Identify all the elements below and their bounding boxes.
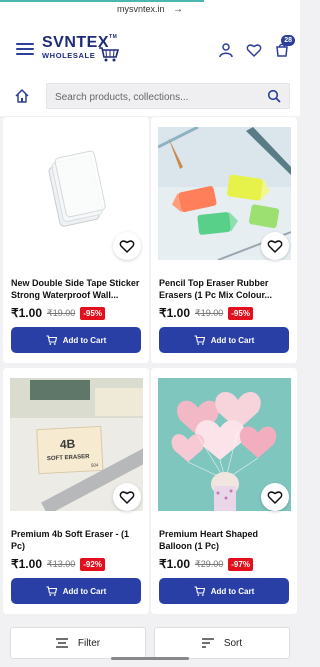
product-mrp: ₹13.00 bbox=[47, 558, 76, 569]
product-title[interactable]: Premium Heart Shaped Balloon (1 Pc) bbox=[159, 528, 291, 552]
product-card[interactable]: New Double Side Tape Sticker Strong Wate… bbox=[3, 117, 149, 363]
add-to-cart-label: Add to Cart bbox=[210, 335, 255, 345]
gesture-nav-bar[interactable] bbox=[111, 657, 189, 660]
add-to-cart-label: Add to Cart bbox=[62, 335, 107, 345]
cart-icon bbox=[46, 335, 57, 345]
discount-badge: -95% bbox=[228, 306, 253, 320]
logo-tm: TM bbox=[109, 34, 118, 40]
product-card[interactable]: Pencil Top Eraser Rubber Erasers (1 Pc M… bbox=[151, 117, 297, 363]
sort-icon bbox=[201, 638, 214, 648]
add-to-wishlist-button[interactable] bbox=[113, 232, 141, 260]
product-mrp: ₹29.00 bbox=[195, 558, 224, 569]
menu-icon[interactable] bbox=[16, 43, 34, 55]
sort-label: Sort bbox=[223, 637, 243, 649]
cart-icon bbox=[194, 335, 205, 345]
product-price: ₹1.00 bbox=[159, 306, 190, 320]
account-icon[interactable] bbox=[218, 42, 234, 58]
add-to-cart-button[interactable]: Add to Cart bbox=[159, 578, 289, 604]
add-to-cart-label: Add to Cart bbox=[62, 586, 107, 596]
cart-icon[interactable]: 28 bbox=[274, 35, 295, 58]
search-icon[interactable] bbox=[267, 89, 281, 103]
product-title[interactable]: Pencil Top Eraser Rubber Erasers (1 Pc M… bbox=[159, 277, 291, 301]
logo[interactable]: SVNTEXTM WHOLESALE bbox=[42, 34, 120, 68]
product-price: ₹1.00 bbox=[11, 306, 42, 320]
product-title[interactable]: New Double Side Tape Sticker Strong Wate… bbox=[11, 277, 143, 301]
product-card[interactable]: Premium Heart Shaped Balloon (1 Pc) ₹1.0… bbox=[151, 368, 297, 614]
product-title[interactable]: Premium 4b Soft Eraser - (1 Pc) bbox=[11, 528, 143, 552]
filter-label: Filter bbox=[77, 637, 101, 649]
product-mrp: ₹19.00 bbox=[47, 307, 76, 318]
eraser-label-grade: 4B bbox=[60, 437, 76, 452]
eraser-label-code: 504 bbox=[91, 463, 99, 468]
url-text: mysvntex.in bbox=[116, 4, 165, 14]
product-card[interactable]: 4B SOFT ERASER 504 Premium 4b Soft Erase… bbox=[3, 368, 149, 614]
search-row bbox=[0, 76, 300, 116]
heart-icon bbox=[267, 491, 283, 504]
discount-badge: -95% bbox=[80, 306, 105, 320]
search-box[interactable] bbox=[46, 83, 290, 109]
add-to-wishlist-button[interactable] bbox=[261, 483, 289, 511]
logo-cart-icon bbox=[99, 47, 120, 62]
sort-button[interactable]: Sort bbox=[154, 627, 290, 659]
product-price: ₹1.00 bbox=[159, 557, 190, 571]
wishlist-icon[interactable] bbox=[246, 42, 262, 58]
arrow-right-icon[interactable]: → bbox=[173, 4, 183, 15]
site-header: SVNTEXTM WHOLESALE 28 bbox=[0, 22, 300, 76]
add-to-wishlist-button[interactable] bbox=[261, 232, 289, 260]
add-to-wishlist-button[interactable] bbox=[113, 483, 141, 511]
add-to-cart-button[interactable]: Add to Cart bbox=[11, 578, 141, 604]
product-price: ₹1.00 bbox=[11, 557, 42, 571]
add-to-cart-button[interactable]: Add to Cart bbox=[159, 327, 289, 353]
heart-icon bbox=[267, 240, 283, 253]
search-input[interactable] bbox=[55, 88, 255, 106]
cart-icon bbox=[194, 586, 205, 596]
discount-badge: -92% bbox=[80, 557, 105, 571]
product-mrp: ₹19.00 bbox=[195, 307, 224, 318]
cart-icon bbox=[46, 586, 57, 596]
cart-count-badge: 28 bbox=[281, 35, 295, 46]
heart-icon bbox=[119, 491, 135, 504]
filter-button[interactable]: Filter bbox=[10, 627, 146, 659]
heart-icon bbox=[119, 240, 135, 253]
add-to-cart-label: Add to Cart bbox=[210, 586, 255, 596]
url-row[interactable]: mysvntex.in → bbox=[0, 4, 300, 15]
browser-url-bar: mysvntex.in → bbox=[0, 0, 300, 22]
home-icon[interactable] bbox=[14, 88, 30, 104]
bottom-action-bar: Filter Sort bbox=[0, 622, 300, 667]
discount-badge: -97% bbox=[228, 557, 253, 571]
page-load-progress bbox=[0, 0, 204, 2]
filter-icon bbox=[55, 638, 68, 648]
add-to-cart-button[interactable]: Add to Cart bbox=[11, 327, 141, 353]
